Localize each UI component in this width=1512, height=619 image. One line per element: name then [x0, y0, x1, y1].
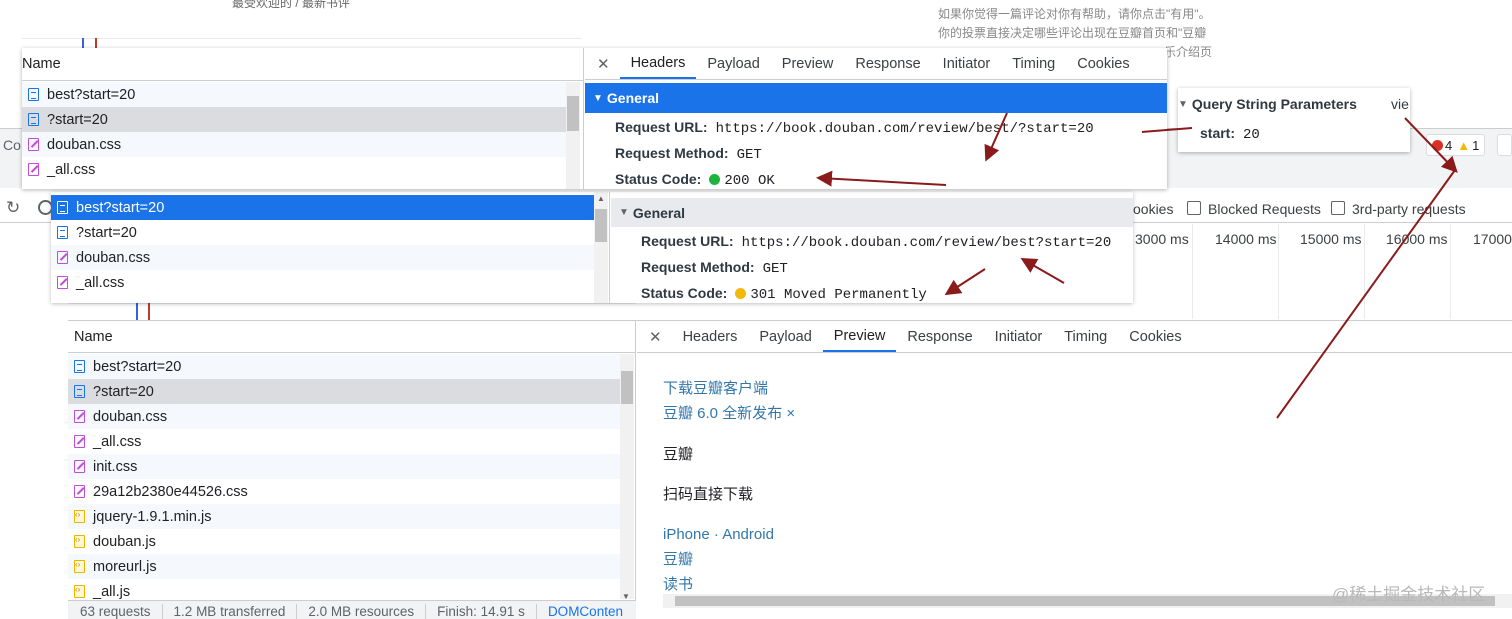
- arrow: [1020, 258, 1065, 284]
- arrow: [1276, 169, 1456, 419]
- arrow: [1404, 117, 1458, 173]
- arrow: [944, 268, 986, 296]
- annotation-arrows: [816, 112, 1458, 419]
- arrow: [1141, 127, 1193, 133]
- arrow: [816, 170, 947, 187]
- watermark: @稀土掘金技术社区: [1332, 585, 1486, 604]
- arrow: [984, 112, 1008, 162]
